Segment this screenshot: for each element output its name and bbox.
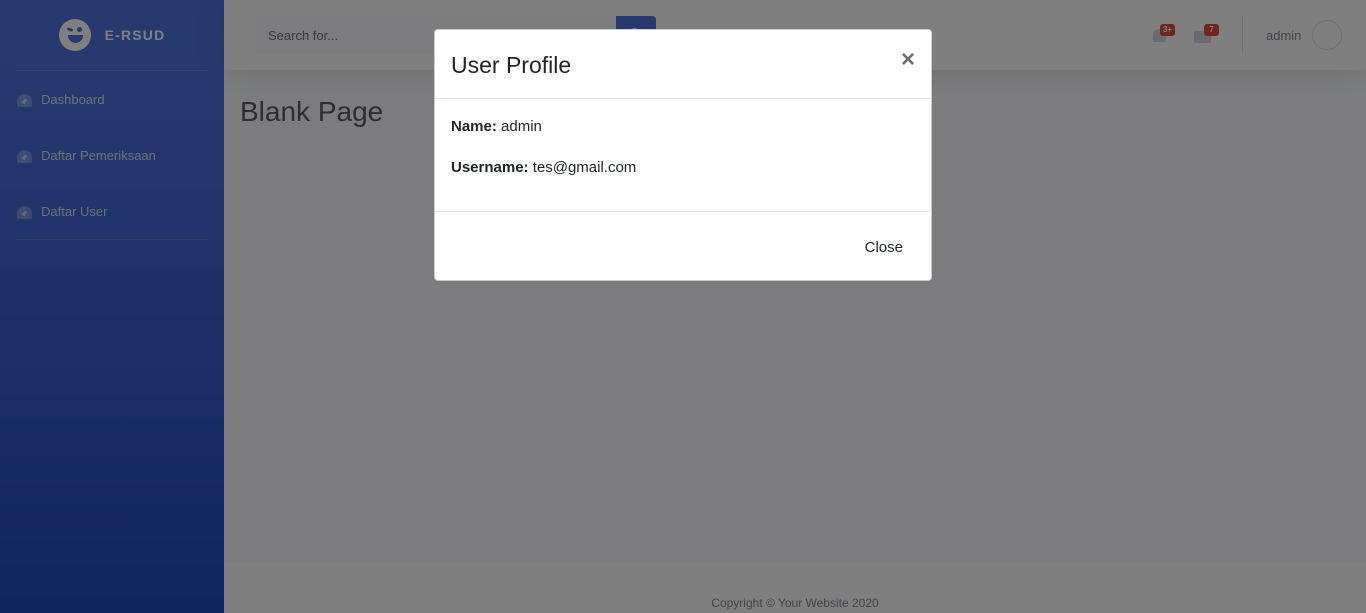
- username-label: Username:: [451, 159, 529, 176]
- modal-footer: Close: [435, 212, 931, 280]
- modal-header: User Profile ×: [435, 30, 931, 99]
- close-icon[interactable]: ×: [901, 48, 915, 72]
- username-value: tes@gmail.com: [532, 159, 637, 176]
- user-profile-modal: User Profile × Name: admin Username: tes…: [434, 29, 932, 281]
- name-value: admin: [501, 118, 542, 135]
- name-field: Name: admin: [451, 118, 915, 136]
- modal-body: Name: admin Username: tes@gmail.com: [435, 99, 931, 212]
- modal-title: User Profile: [451, 52, 572, 78]
- close-button[interactable]: Close: [865, 239, 903, 256]
- username-field: Username: tes@gmail.com: [451, 159, 915, 177]
- name-label: Name:: [451, 118, 497, 135]
